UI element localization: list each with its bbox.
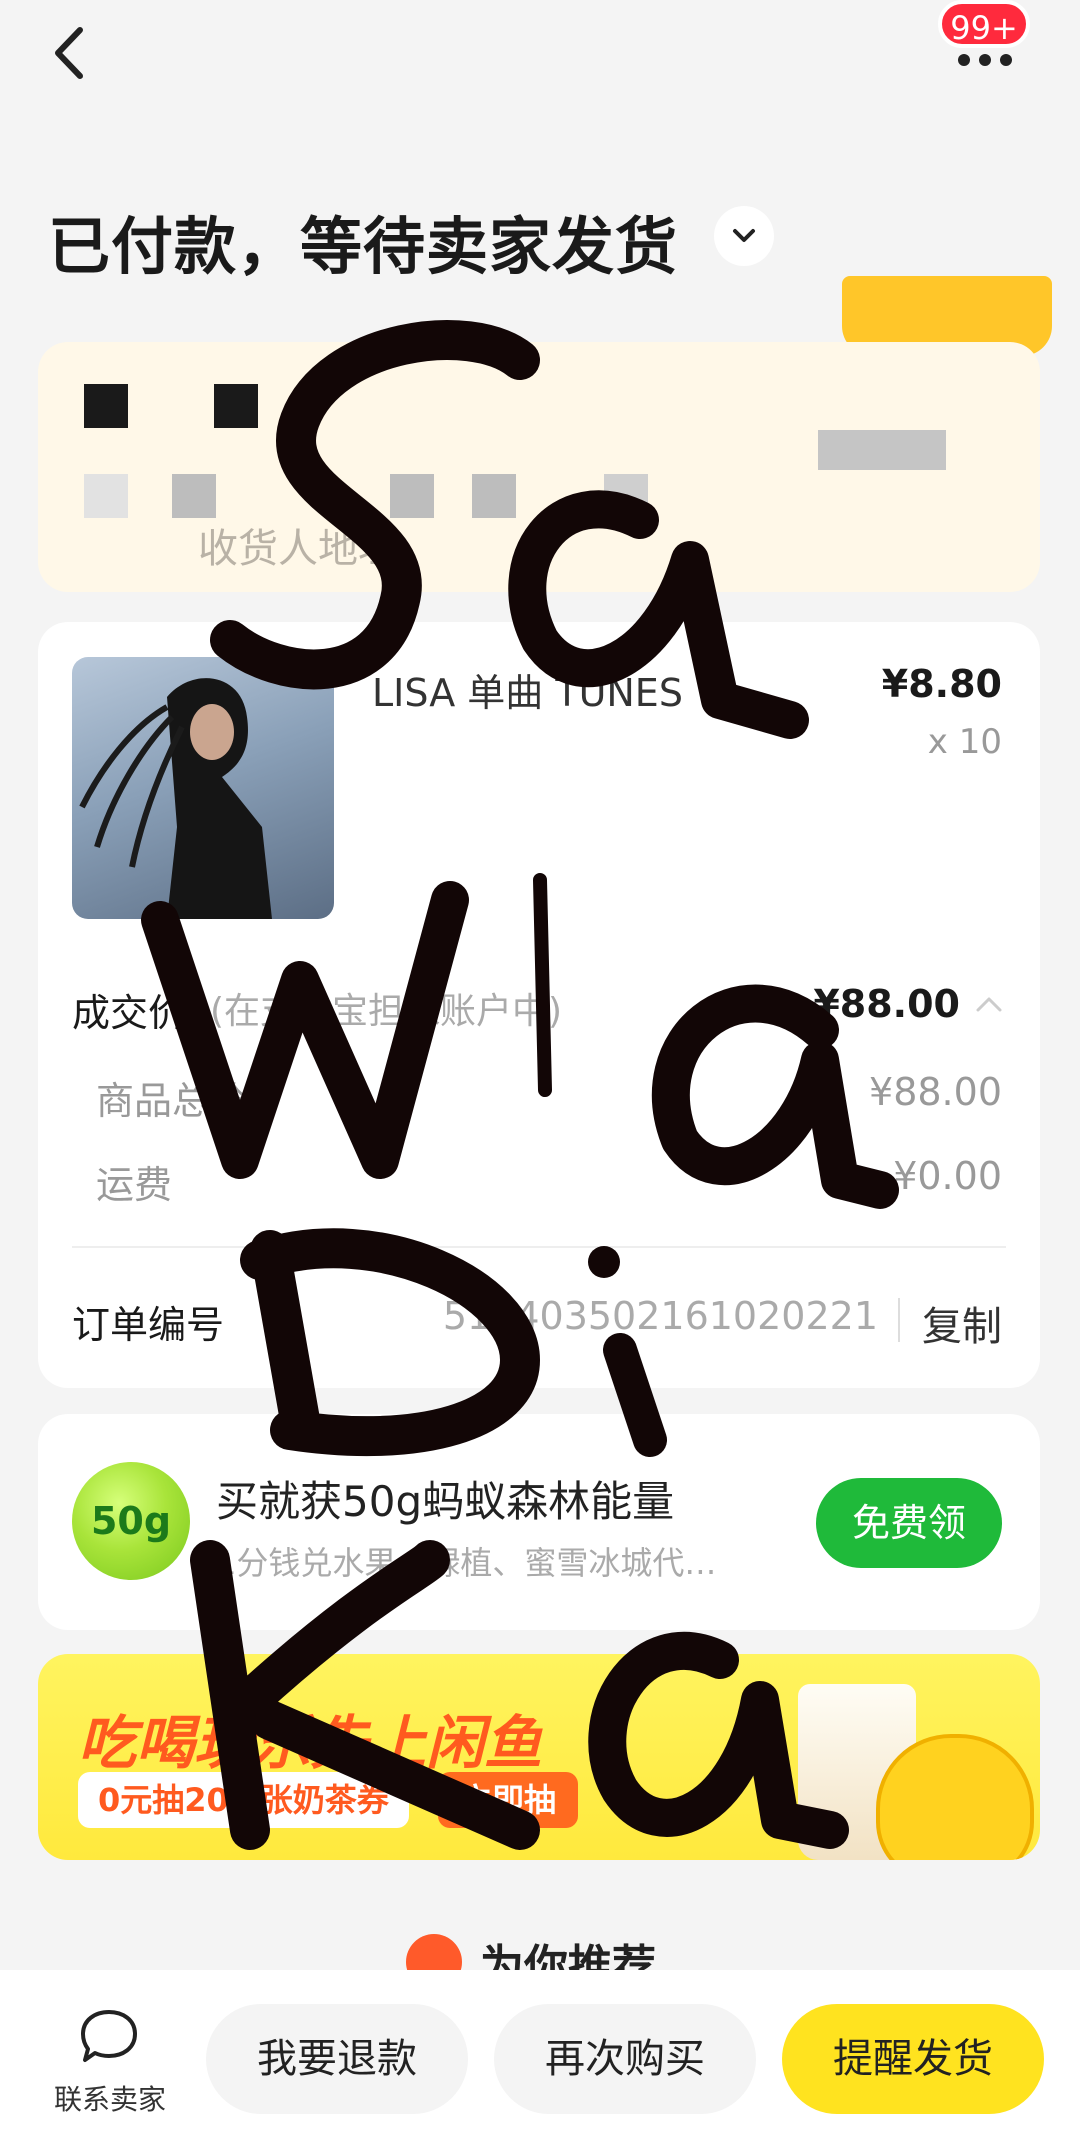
message-badge: 99+ <box>938 0 1030 48</box>
quantity: x 10 <box>927 722 1002 762</box>
address-line: 收货人地址 <box>198 526 398 572</box>
status-expand-button[interactable] <box>714 206 774 266</box>
order-number-value: 5114035021610202​21 <box>442 1294 878 1338</box>
chevron-down-icon <box>733 229 755 242</box>
mosaic-block <box>172 474 216 518</box>
product-title[interactable]: LISA 单曲 TUNES <box>372 662 683 717</box>
product-image[interactable] <box>72 657 334 919</box>
energy-ball-icon: 50g <box>72 1462 190 1580</box>
deal-price-value: ¥88.00 <box>813 982 960 1026</box>
divider <box>72 1246 1006 1248</box>
order-number-label: 订单编号 <box>72 1303 225 1347</box>
buy-again-button[interactable]: 再次购买 <box>494 2004 756 2114</box>
top-bar: 99+ <box>0 0 1080 120</box>
contact-seller-label: 联系卖家 <box>53 2083 166 2116</box>
bottom-action-bar: 联系卖家 我要退款 再次购买 提醒发货 <box>0 1970 1080 2142</box>
collapse-button[interactable] <box>972 988 1006 1022</box>
back-arrow-icon <box>55 27 83 79</box>
banner-subtitle: 0元抽20万张奶茶券 <box>78 1772 409 1828</box>
banner-title: 吃喝玩乐先上闲鱼 <box>78 1709 543 1777</box>
chat-bubble-icon <box>81 2010 137 2062</box>
copy-order-number-button[interactable]: 复制 <box>922 1294 1002 1352</box>
promo-banner[interactable]: 吃喝玩乐先上闲鱼 0元抽20万张奶茶券 立即抽 <box>38 1654 1040 1860</box>
mosaic-block <box>818 430 946 470</box>
copy-separator <box>898 1298 900 1342</box>
forest-energy-card: 50g 买就获50g蚂蚁森林能量 1分钱兑水果、绿植、蜜雪冰城代… 免费领 <box>38 1414 1040 1630</box>
goods-total-value: ¥88.00 <box>869 1070 1002 1114</box>
shipping-value: ¥0.00 <box>893 1154 1002 1198</box>
deal-price-label: 成交价 <box>72 991 187 1035</box>
order-card: LISA 单曲 TUNES ¥8.80 x 10 成交价 (在支付宝担保账户中)… <box>38 622 1040 1388</box>
chevron-up-icon <box>976 997 1002 1012</box>
mosaic-block <box>472 474 516 518</box>
remind-ship-button[interactable]: 提醒发货 <box>782 2004 1044 2114</box>
mosaic-block <box>84 384 128 428</box>
goods-total-label: 商品总价 <box>96 1079 249 1123</box>
shipping-label: 运费 <box>96 1163 173 1207</box>
energy-title: 买就获50g蚂蚁森林能量 <box>216 1477 675 1526</box>
mosaic-block <box>84 474 128 518</box>
mosaic-block <box>214 384 258 428</box>
claim-energy-button[interactable]: 免费领 <box>816 1478 1002 1568</box>
mascot-image <box>876 1734 1034 1860</box>
order-status-title: 已付款，等待卖家发货 <box>48 210 679 283</box>
mosaic-block <box>604 474 648 518</box>
unit-price: ¥8.80 <box>881 662 1002 706</box>
address-card[interactable]: 收货人地址 <box>38 342 1040 592</box>
back-button[interactable] <box>40 18 110 88</box>
energy-subtitle: 1分钱兑水果、绿植、蜜雪冰城代… <box>216 1544 717 1582</box>
mosaic-block <box>390 474 434 518</box>
deal-price-note: (在支付宝担保账户中) <box>210 991 563 1032</box>
refund-button[interactable]: 我要退款 <box>206 2004 468 2114</box>
contact-seller-button[interactable]: 联系卖家 <box>40 2006 180 2116</box>
banner-cta-button[interactable]: 立即抽 <box>438 1772 579 1828</box>
product-photo-illustration <box>79 678 272 919</box>
